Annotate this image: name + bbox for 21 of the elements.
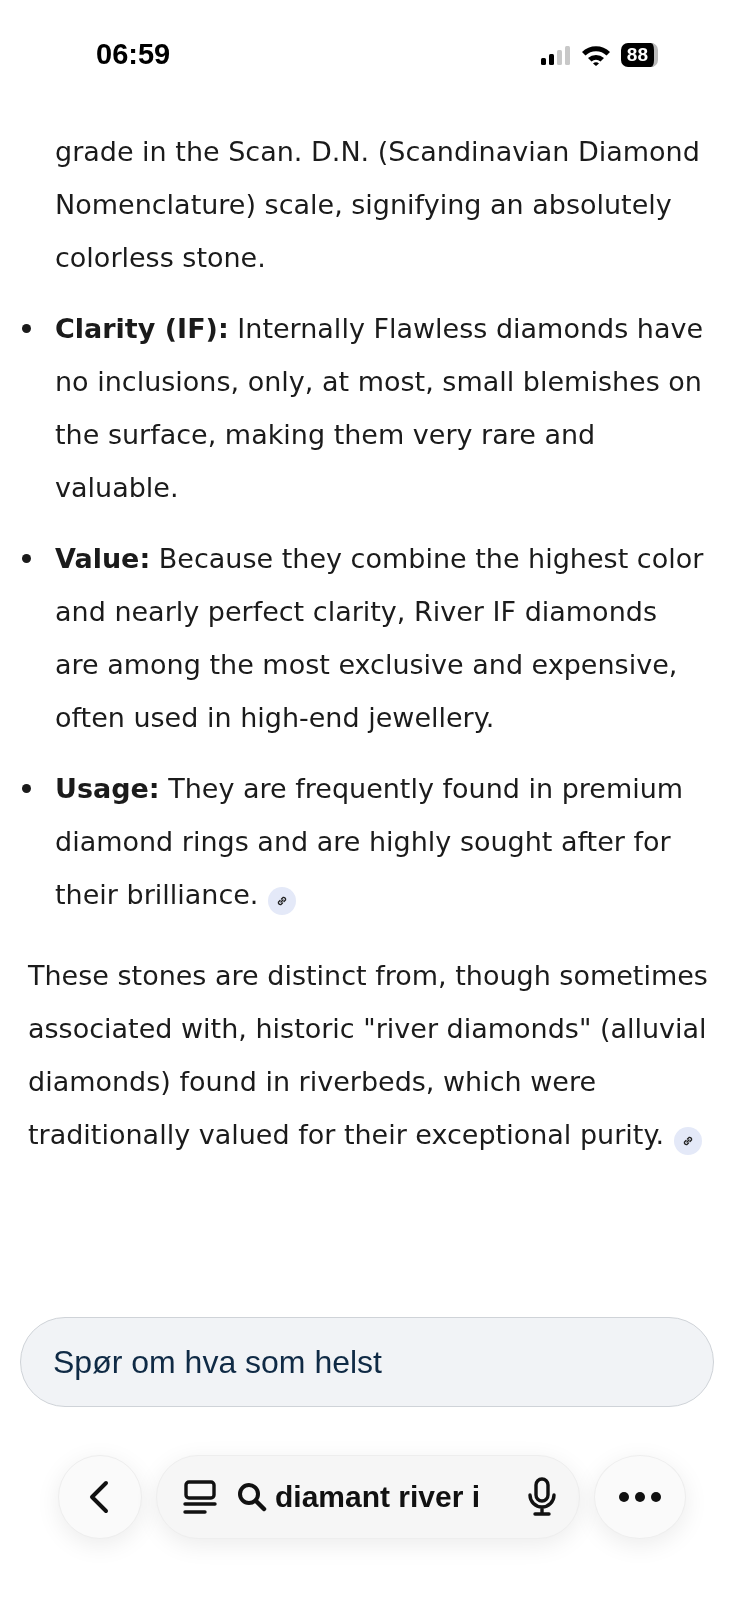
bullet-dot [22, 784, 31, 793]
address-text: diamant river i [275, 1480, 482, 1514]
bullet-dot [22, 554, 31, 563]
bullet-text: grade in the Scan. D.N. (Scandinavian Diamond Nomenclature) scale, signifying an absolutely colorless stone. [55, 135, 701, 275]
answer-paragraph: These stones are distinct from, though sometimes associated with, historic "river diamonds" (alluvial diamonds) found in riverbeds, which were traditionally valued for their exceptional purity. [28, 949, 708, 1161]
wifi-icon [580, 43, 611, 66]
bullet-text: Clarity (IF): Internally Flawless diamonds have no inclusions, only, at most, small blemishes on the surface, making them very rare and valuable. [55, 312, 705, 505]
status-time: 06:59 [96, 37, 171, 71]
address-bar[interactable]: diamant river i [156, 1455, 580, 1539]
microphone-icon[interactable] [527, 1477, 557, 1517]
link-icon[interactable] [674, 1127, 703, 1155]
tabs-icon[interactable] [183, 1479, 217, 1515]
battery-indicator: 88 [620, 42, 658, 67]
bullet-text: Value: Because they combine the highest color and nearly perfect clarity, River IF diamonds are among the most exclusive and expensive, often used in high-end jewellery. [55, 542, 705, 735]
bullet-text: Usage: They are frequently found in premium diamond rings and are highly sought after for their brilliance. [55, 762, 705, 921]
link-icon[interactable] [268, 887, 297, 915]
prompt-field[interactable]: Spør om hva som helst [20, 1317, 714, 1407]
bullet-dot [22, 324, 31, 333]
search-icon [237, 1481, 267, 1513]
more-icon [618, 1491, 662, 1503]
signal-icon [540, 44, 571, 65]
